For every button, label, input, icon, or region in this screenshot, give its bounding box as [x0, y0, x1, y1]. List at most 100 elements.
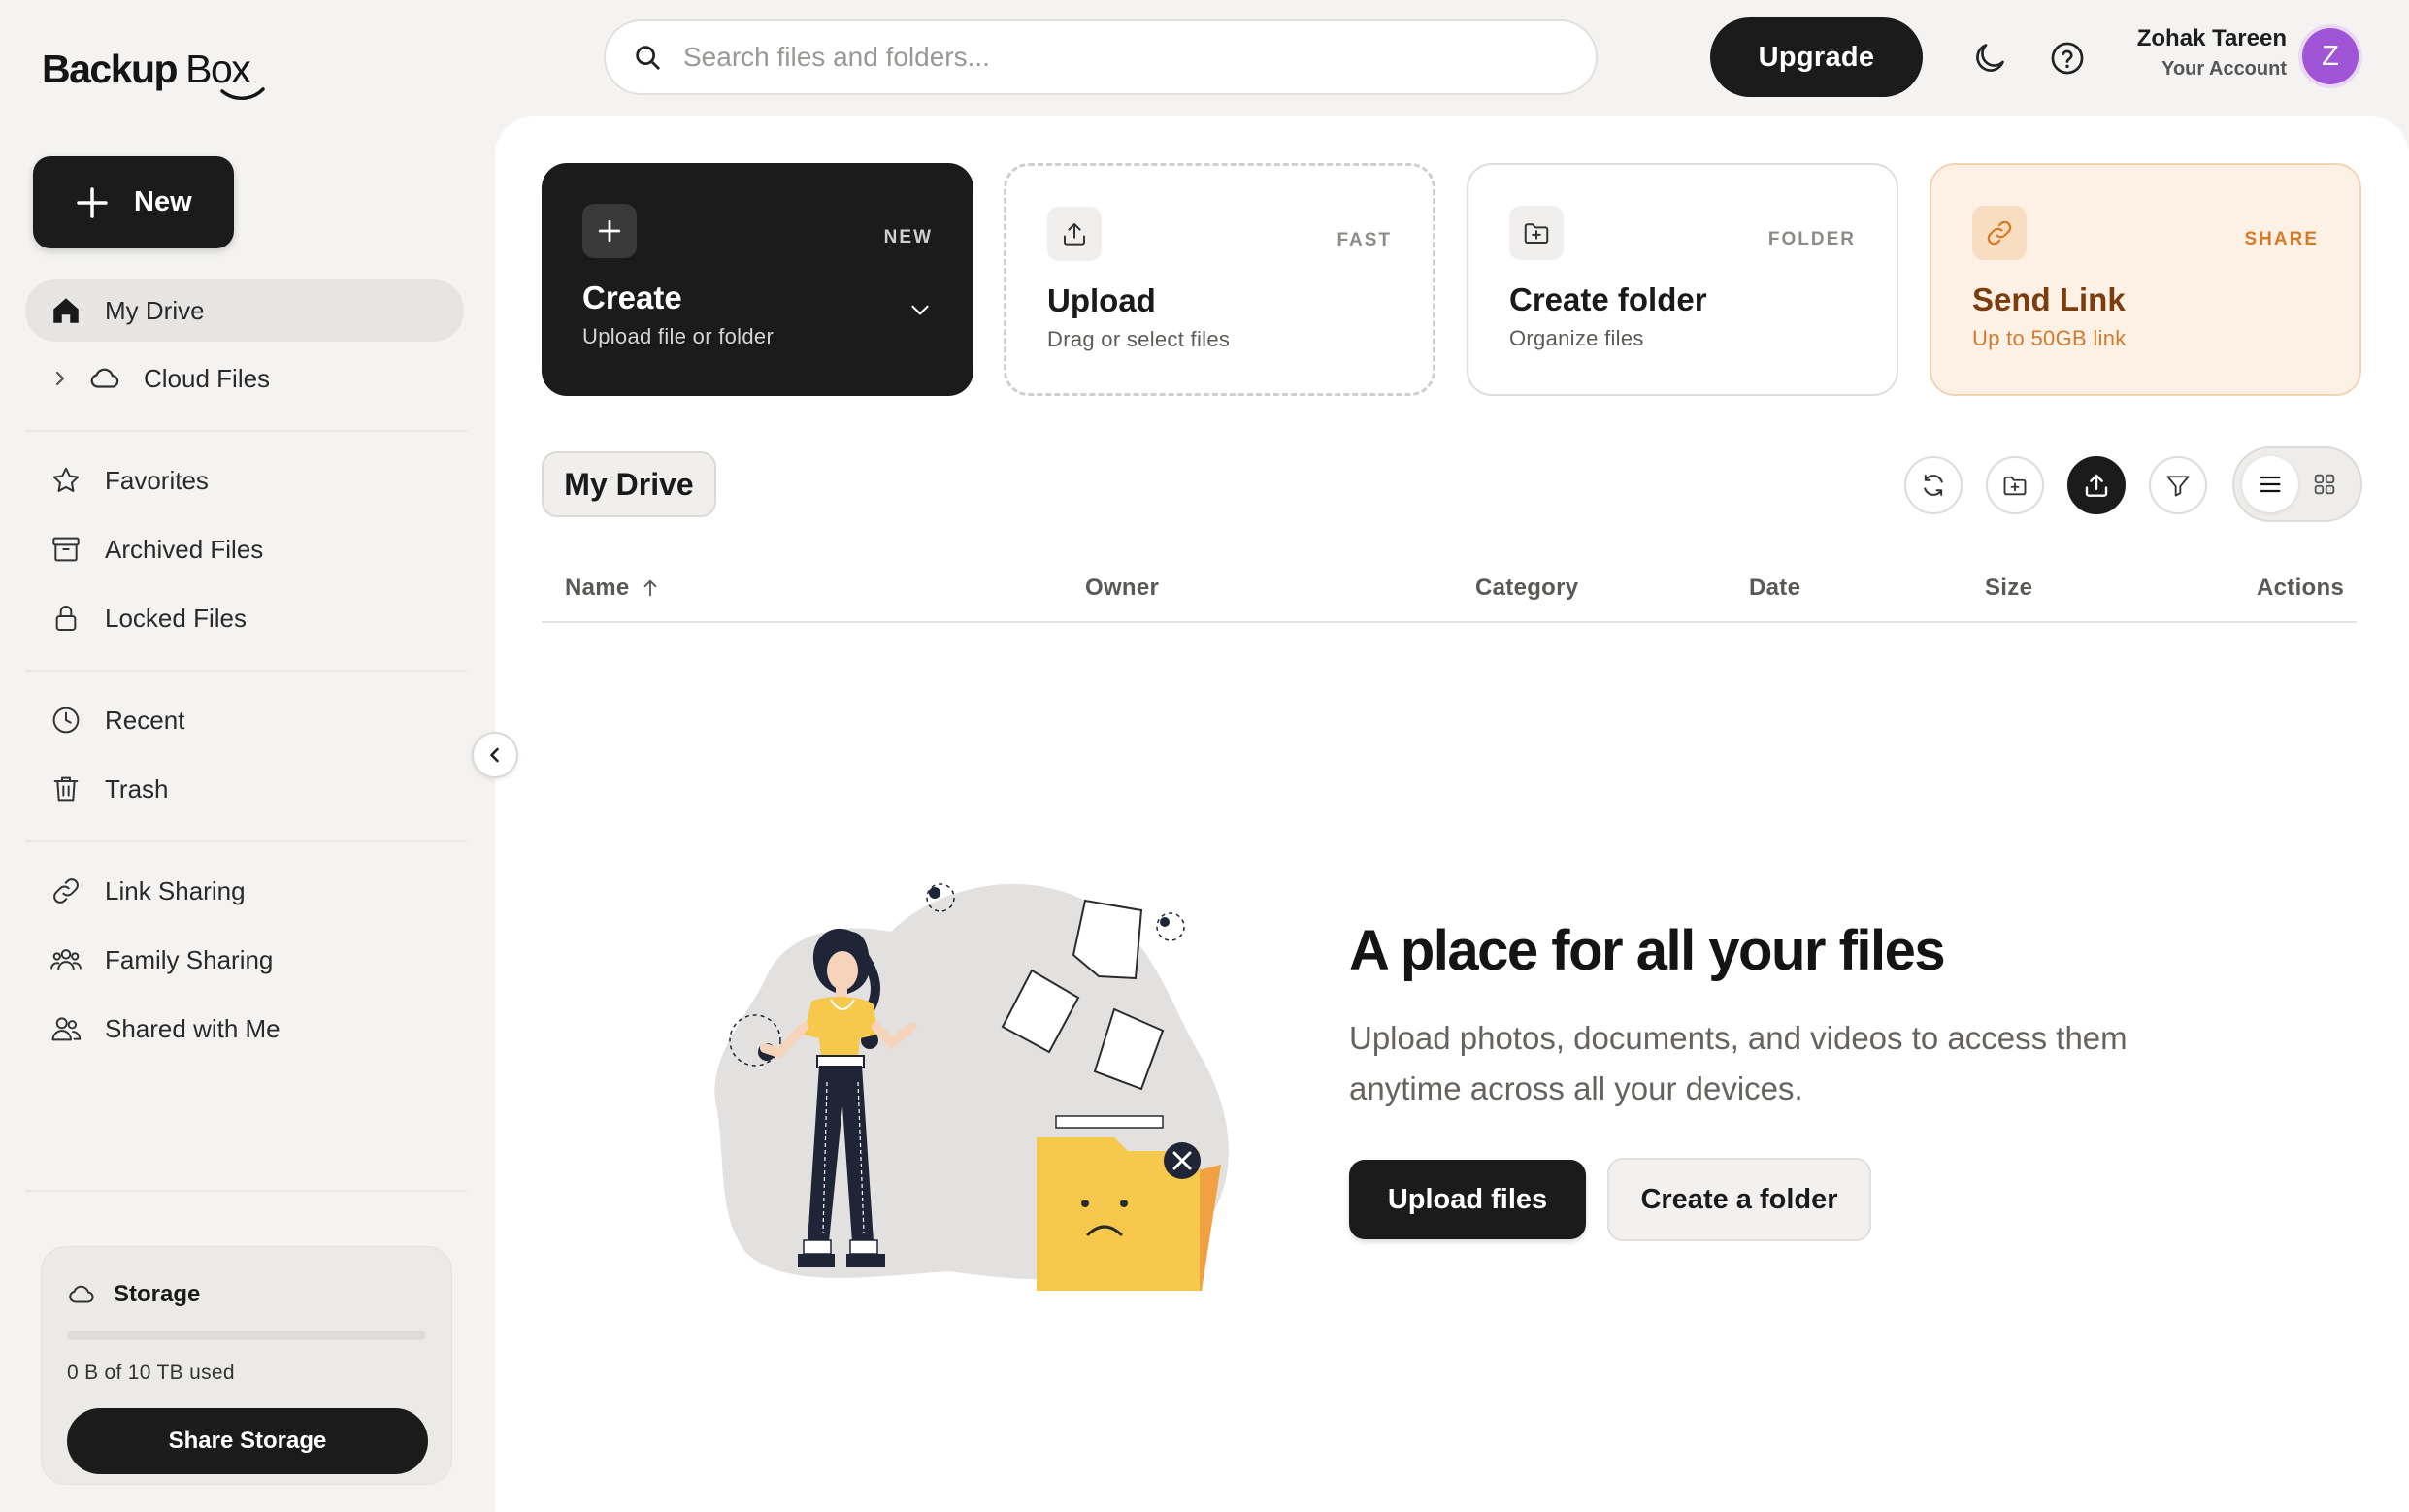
grid-icon — [2314, 474, 2335, 495]
avatar[interactable]: Z — [2302, 28, 2359, 84]
help-button[interactable] — [2046, 37, 2089, 80]
storage-progress-bar — [67, 1331, 426, 1340]
folder-plus-icon — [1509, 206, 1564, 260]
upload-button[interactable] — [2067, 456, 2126, 514]
arrow-up-icon — [644, 579, 656, 597]
create-folder-card[interactable]: FOLDER Create folder Organize files — [1467, 163, 1898, 396]
sidebar-item-label: Cloud Files — [144, 363, 271, 393]
sidebar-item-link-sharing[interactable]: Link Sharing — [25, 860, 464, 922]
sidebar-item-trash[interactable]: Trash — [25, 758, 464, 820]
account-subtitle: Your Account — [2162, 58, 2287, 80]
sidebar-item-label: Shared with Me — [105, 1013, 280, 1043]
family-icon — [49, 942, 83, 977]
column-name[interactable]: Name — [565, 575, 661, 602]
column-owner[interactable]: Owner — [1085, 575, 1159, 602]
sidebar-item-cloud-files[interactable]: Cloud Files — [25, 347, 464, 410]
sidebar-item-family-sharing[interactable]: Family Sharing — [25, 929, 464, 991]
plus-icon — [582, 204, 637, 258]
card-title: Create — [582, 279, 682, 315]
refresh-icon — [1924, 475, 1943, 496]
sidebar: Backup Box New My Drive Cloud Files Favo… — [0, 0, 495, 1512]
card-desc: Up to 50GB link — [1972, 326, 2127, 350]
home-icon — [49, 293, 83, 328]
card-desc: Organize files — [1509, 326, 1644, 350]
users-icon — [49, 1011, 83, 1046]
moon-icon — [1976, 44, 2004, 72]
app-logo[interactable]: Backup Box — [42, 47, 265, 100]
table-header: Name Owner Category Date Size Actions — [542, 565, 2357, 623]
sidebar-item-recent[interactable]: Recent — [25, 689, 464, 751]
column-size[interactable]: Size — [1985, 575, 2032, 602]
upload-icon — [2085, 474, 2108, 497]
upgrade-button[interactable]: Upgrade — [1710, 17, 1923, 97]
upload-files-button[interactable]: Upload files — [1349, 1160, 1586, 1239]
search-icon — [636, 46, 660, 70]
sidebar-divider — [25, 840, 467, 842]
empty-state-description: Upload photos, documents, and videos to … — [1349, 1020, 2128, 1106]
collapse-sidebar-button[interactable] — [472, 732, 518, 778]
card-title: Send Link — [1972, 281, 2126, 317]
folder-plus-icon — [2003, 476, 2027, 496]
sidebar-item-locked-files[interactable]: Locked Files — [25, 587, 464, 649]
search-bar[interactable] — [604, 19, 1598, 95]
new-button-label: New — [134, 186, 192, 217]
sidebar-item-label: Locked Files — [105, 603, 247, 633]
page-title: My Drive — [542, 451, 716, 517]
sidebar-item-label: Recent — [105, 705, 185, 735]
storage-header: Storage — [67, 1280, 426, 1309]
storage-card: Storage 0 B of 10 TB used Share Storage — [41, 1246, 452, 1485]
account-info[interactable]: Zohak Tareen Your Account — [2106, 25, 2287, 81]
storage-title: Storage — [114, 1281, 201, 1307]
chevron-left-icon — [490, 747, 499, 763]
storage-used-text: 0 B of 10 TB used — [67, 1362, 235, 1384]
column-category[interactable]: Category — [1475, 575, 1578, 602]
refresh-button[interactable] — [1904, 456, 1963, 514]
plus-icon — [77, 186, 108, 218]
create-card[interactable]: NEW Create Upload file or folder — [542, 163, 974, 396]
create-folder-button[interactable]: Create a folder — [1607, 1158, 1871, 1241]
view-toggle — [2232, 446, 2362, 522]
card-title: Upload — [1047, 282, 1156, 318]
link-icon — [1972, 206, 2027, 260]
logo-smile-icon — [220, 87, 265, 100]
logo-light-text: Box — [185, 47, 265, 100]
card-desc: Drag or select files — [1047, 327, 1231, 351]
sidebar-divider — [25, 430, 467, 432]
empty-state-title: A place for all your files — [1349, 919, 1946, 982]
column-date[interactable]: Date — [1749, 575, 1800, 602]
grid-view-button[interactable] — [2296, 456, 2353, 512]
chevron-down-icon[interactable] — [908, 297, 933, 322]
clock-icon — [49, 703, 83, 738]
archive-icon — [49, 532, 83, 567]
new-folder-button[interactable] — [1986, 456, 2044, 514]
sidebar-item-label: Archived Files — [105, 534, 264, 564]
sidebar-item-label: My Drive — [105, 295, 205, 325]
filter-button[interactable] — [2149, 456, 2207, 514]
sidebar-item-shared-with-me[interactable]: Shared with Me — [25, 998, 464, 1060]
cloud-icon — [69, 1285, 94, 1303]
sidebar-item-favorites[interactable]: Favorites — [25, 449, 464, 511]
search-input[interactable] — [683, 42, 1537, 73]
list-view-button[interactable] — [2242, 456, 2298, 512]
sidebar-item-label: Family Sharing — [105, 944, 274, 974]
trash-icon — [49, 772, 83, 806]
sidebar-item-archived-files[interactable]: Archived Files — [25, 518, 464, 580]
share-storage-button[interactable]: Share Storage — [67, 1408, 428, 1474]
help-circle-icon — [2051, 42, 2084, 75]
upload-card[interactable]: FAST Upload Drag or select files — [1004, 163, 1436, 396]
lock-icon — [49, 601, 83, 636]
card-tag: FAST — [1336, 230, 1392, 250]
logo-bold-text: Backup — [42, 47, 179, 91]
sidebar-item-my-drive[interactable]: My Drive — [25, 279, 464, 342]
chevron-right-icon[interactable] — [50, 369, 70, 388]
new-button[interactable]: New — [33, 156, 234, 248]
card-tag: SHARE — [2244, 229, 2319, 249]
sidebar-divider — [25, 670, 467, 672]
dark-mode-toggle[interactable] — [1968, 37, 2011, 80]
card-desc: Upload file or folder — [582, 324, 775, 348]
sidebar-item-label: Favorites — [105, 465, 209, 495]
send-link-card[interactable]: SHARE Send Link Up to 50GB link — [1930, 163, 2361, 396]
star-icon — [49, 463, 83, 498]
link-icon — [49, 873, 83, 908]
column-label: Name — [565, 575, 630, 601]
